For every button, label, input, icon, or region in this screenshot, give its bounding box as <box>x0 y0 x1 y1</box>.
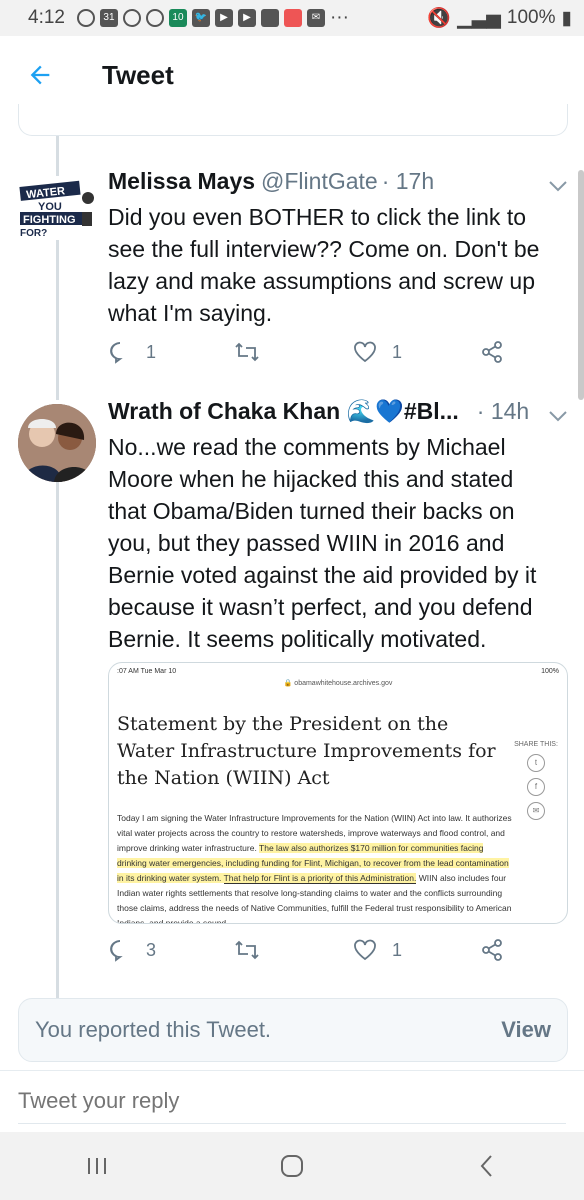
chevron-down-icon[interactable] <box>546 404 570 428</box>
retweet-button[interactable] <box>234 938 274 962</box>
battery-icon: ▮ <box>561 7 572 29</box>
tweet-actions: 1 1 <box>108 340 504 364</box>
reply-button[interactable]: 3 <box>108 938 156 962</box>
back-arrow-icon <box>30 65 50 85</box>
signal-icon: ▁▃▅ <box>457 7 501 29</box>
twitter-share-icon: t <box>527 754 545 772</box>
reply-underline <box>18 1123 566 1124</box>
embed-status-time: :07 AM Tue Mar 10 <box>117 667 177 675</box>
share-icon <box>482 939 502 961</box>
like-count: 1 <box>391 939 402 960</box>
tweet-melissa-mays[interactable]: WATER YOU FIGHTING FOR? Melissa Mays @Fl… <box>0 160 584 380</box>
news-icon <box>283 9 302 27</box>
share-button[interactable] <box>480 340 504 364</box>
page-title: Tweet <box>102 59 174 90</box>
youtube-icon: ▶ <box>214 9 233 27</box>
app-header: Tweet <box>0 36 584 114</box>
embed-title: Statement by the President on the Water … <box>117 713 496 789</box>
tweet-body: Wrath of Chaka Khan 🌊💙#Bl... · 14h No...… <box>108 398 550 655</box>
tweet-text: Did you even BOTHER to click the link to… <box>108 204 540 326</box>
embed-status-bar: :07 AM Tue Mar 10 100% <box>109 663 567 679</box>
system-nav-bar <box>0 1132 584 1200</box>
home-icon <box>280 1155 303 1177</box>
share-button[interactable] <box>480 938 504 962</box>
author-handle: @FlintGate <box>261 168 378 194</box>
share-icon <box>482 341 502 363</box>
reply-input[interactable] <box>18 1087 558 1114</box>
embed-paragraph: Today I am signing the Water Infrastruct… <box>117 811 515 923</box>
reply-count: 3 <box>146 939 157 960</box>
like-count: 1 <box>391 341 402 362</box>
avatar[interactable]: WATER YOU FIGHTING FOR? <box>18 178 96 238</box>
tweet-media-image[interactable]: :07 AM Tue Mar 10 100% 🔒 obamawhitehouse… <box>108 662 568 924</box>
system-icons: 🔇 ▁▃▅ 100% ▮ <box>427 6 572 30</box>
chevron-down-icon[interactable] <box>546 174 570 198</box>
back-button[interactable] <box>0 36 80 114</box>
like-button[interactable]: 1 <box>352 938 402 962</box>
back-chevron-icon <box>480 1155 492 1177</box>
retweet-button[interactable] <box>234 340 274 364</box>
logo-text-fighting: FIGHTING <box>23 214 76 226</box>
reply-icon <box>110 342 123 364</box>
status-bar: 4:12 31 10 🐦 ▶ ▶ ✉ ··· 🔇 ▁▃▅ 100% ▮ <box>0 0 584 36</box>
embed-battery: 100% <box>541 667 559 675</box>
heart-icon <box>354 939 376 961</box>
reported-tweet-banner: You reported this Tweet. View <box>18 998 568 1062</box>
embed-share-label: SHARE THIS: <box>514 741 558 748</box>
more-notifications-icon: ··· <box>329 7 349 28</box>
author-name[interactable]: Melissa Mays <box>108 168 255 195</box>
calendar-icon: 31 <box>99 9 118 27</box>
recent-apps-button[interactable] <box>57 1136 137 1196</box>
tweet-time: · 17h <box>381 168 435 194</box>
logo-text-you: YOU <box>38 201 62 213</box>
notification-icons: 31 10 🐦 ▶ ▶ ✉ ··· <box>76 7 349 29</box>
reported-text: You reported this Tweet. <box>35 1017 272 1042</box>
settings-notification-icon <box>76 9 95 27</box>
tweet-time: · 14h <box>476 398 530 424</box>
reply-icon <box>110 940 123 962</box>
reply-count: 1 <box>146 341 157 362</box>
settings-notification-icon-3 <box>145 9 164 27</box>
status-time: 4:12 <box>28 7 65 28</box>
reply-button[interactable]: 1 <box>108 340 156 364</box>
heart-icon <box>354 341 376 363</box>
view-button[interactable]: View <box>501 1017 551 1043</box>
author-name[interactable]: Wrath of Chaka Khan 🌊💙#Bl... <box>108 398 459 425</box>
mail-icon: ✉ <box>306 9 325 27</box>
retweet-icon <box>235 940 259 960</box>
lock-icon: 🔒 <box>283 680 295 687</box>
avatar[interactable] <box>18 404 96 482</box>
app-badge-icon: 10 <box>168 9 187 27</box>
back-nav-button[interactable] <box>447 1136 527 1196</box>
mute-icon: 🔇 <box>427 8 452 29</box>
recent-apps-icon <box>88 1158 107 1174</box>
embed-url-text: obamawhitehouse.archives.gov <box>294 680 393 687</box>
facebook-share-icon: f <box>527 778 545 796</box>
like-button[interactable]: 1 <box>352 340 402 364</box>
reply-bar <box>0 1070 584 1130</box>
tweet-body: Melissa Mays @FlintGate · 17h Did you ev… <box>108 168 550 329</box>
home-button[interactable] <box>252 1136 332 1196</box>
profile-photo-icon <box>18 404 96 482</box>
scrollbar[interactable] <box>578 170 584 400</box>
battery-label: 100% <box>506 7 556 28</box>
reported-tweet-card-top[interactable] <box>18 104 568 136</box>
email-share-icon: ✉ <box>527 802 545 820</box>
embed-para-underline: That help for Flint is a priority of thi… <box>223 873 417 884</box>
logo-text-for: FOR? <box>20 228 47 238</box>
tweet-header: Melissa Mays @FlintGate · 17h <box>108 168 550 195</box>
tweet-text: No...we read the comments by Michael Moo… <box>108 434 537 652</box>
tweet-actions: 3 1 <box>108 938 504 962</box>
embed-share: SHARE THIS: t f ✉ <box>511 741 561 820</box>
settings-notification-icon-2 <box>122 9 141 27</box>
youtube-icon-2: ▶ <box>237 9 256 27</box>
retweet-icon <box>235 342 259 362</box>
tweet-header: Wrath of Chaka Khan 🌊💙#Bl... · 14h <box>108 398 550 425</box>
water-fighting-logo-icon: WATER YOU FIGHTING FOR? <box>19 180 94 238</box>
app-icon <box>260 9 279 27</box>
twitter-icon: 🐦 <box>191 9 210 27</box>
embed-url: 🔒 obamawhitehouse.archives.gov <box>109 679 567 693</box>
